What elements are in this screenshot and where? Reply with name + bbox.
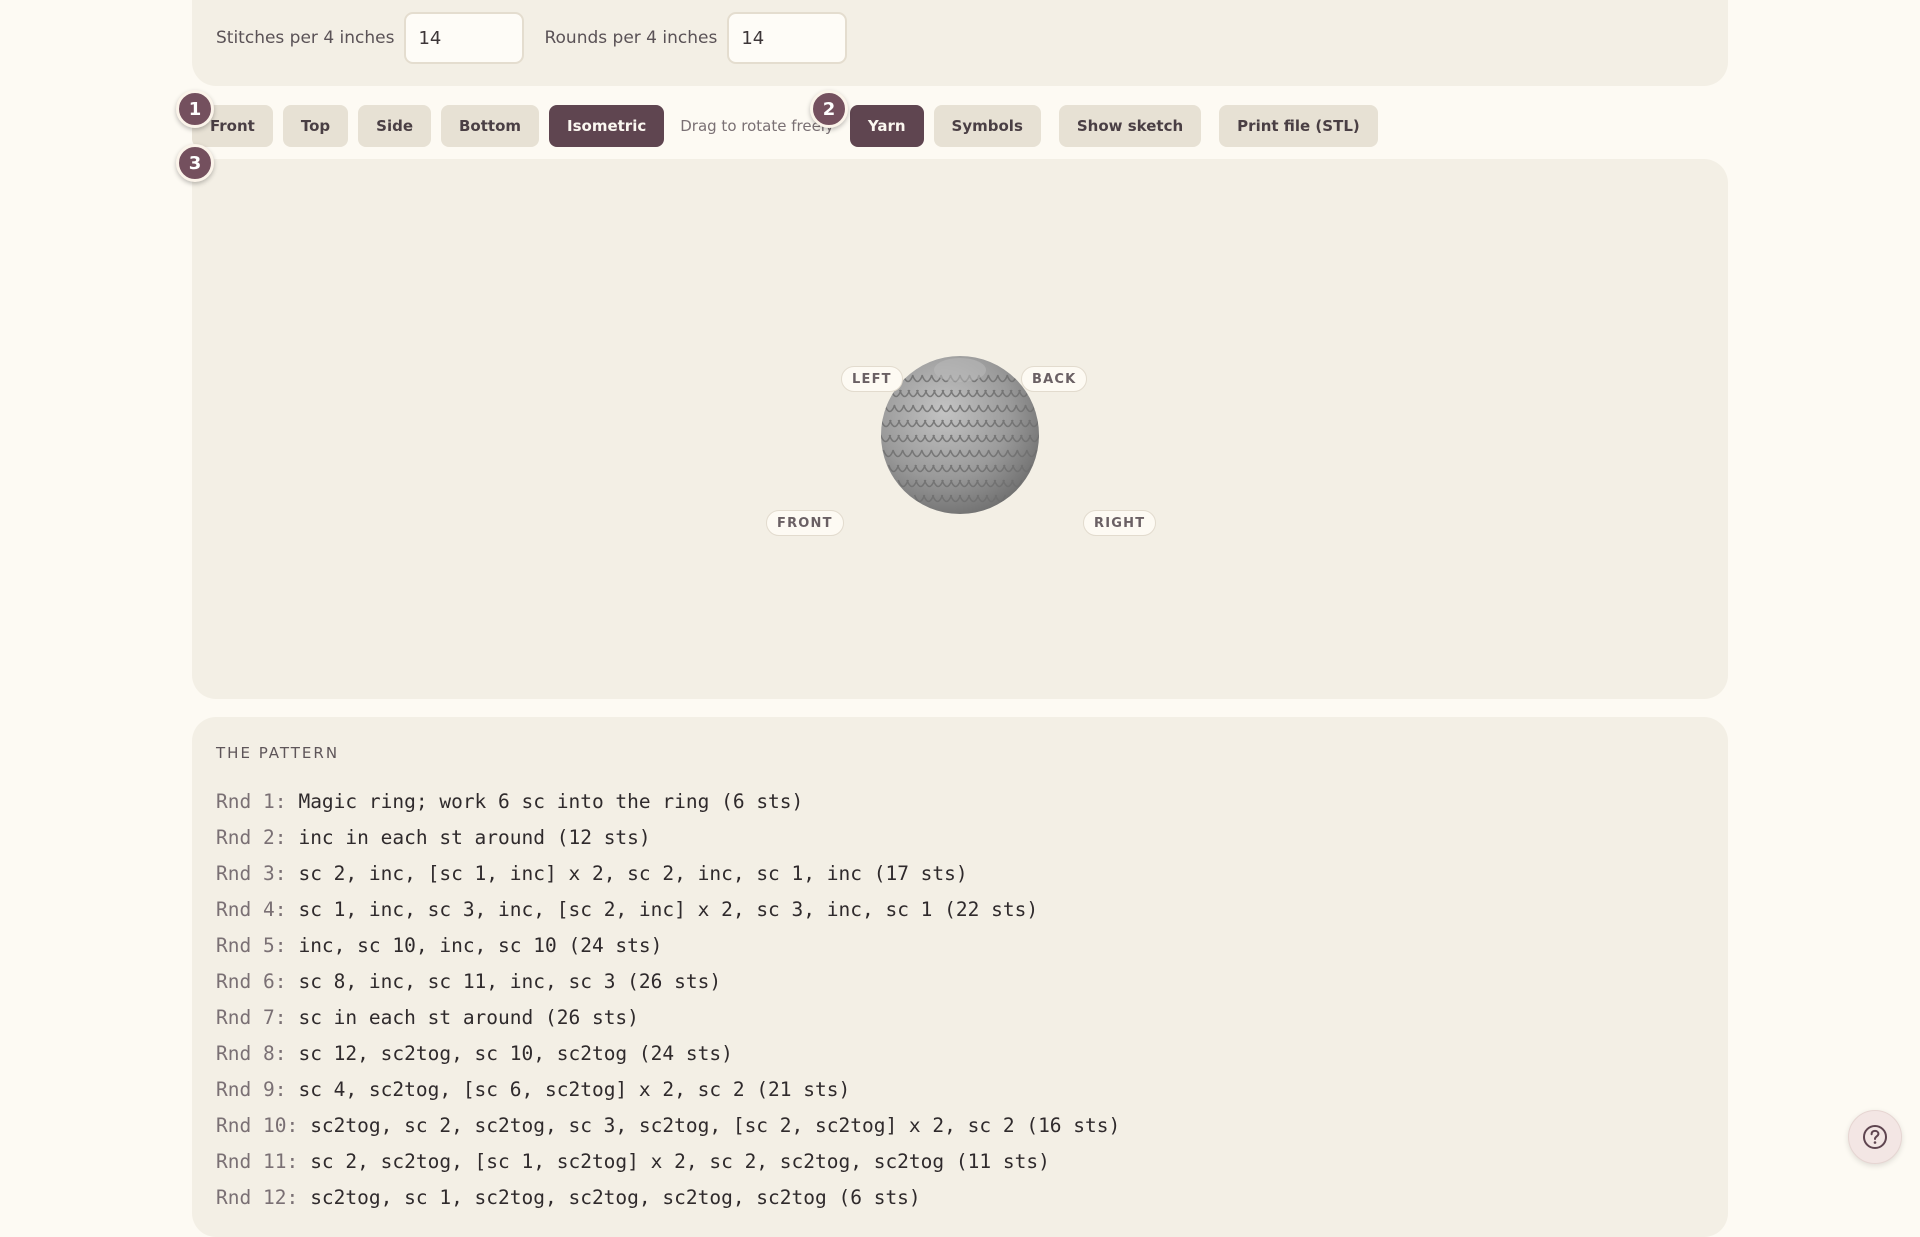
view-side-button[interactable]: Side — [358, 105, 431, 147]
round-label: Rnd 3: — [216, 861, 287, 885]
pattern-round: Rnd 2: inc in each st around (12 sts) — [216, 819, 1120, 855]
view-bottom-button[interactable]: Bottom — [441, 105, 540, 147]
round-instruction: sc 12, sc2tog, sc 10, sc2tog (24 sts) — [298, 1041, 733, 1065]
tour-badge-3[interactable]: 3 — [176, 144, 214, 182]
pattern-rounds-list: Rnd 1: Magic ring; work 6 sc into the rin… — [216, 783, 1120, 1215]
round-instruction: sc 2, inc, [sc 1, inc] x 2, sc 2, inc, s… — [298, 861, 968, 885]
pattern-round: Rnd 1: Magic ring; work 6 sc into the rin… — [216, 783, 1120, 819]
pattern-round: Rnd 9: sc 4, sc2tog, [sc 6, sc2tog] x 2, … — [216, 1071, 1120, 1107]
view-isometric-button[interactable]: Isometric — [549, 105, 665, 147]
round-label: Rnd 9: — [216, 1077, 287, 1101]
view-toolbar: Front Top Side Bottom Isometric Drag to … — [192, 105, 1388, 147]
render-yarn-button[interactable]: Yarn — [849, 105, 924, 147]
stitches-label: Stitches per 4 inches — [216, 28, 395, 48]
round-instruction: sc 4, sc2tog, [sc 6, sc2tog] x 2, sc 2 (… — [298, 1077, 851, 1101]
round-label: Rnd 8: — [216, 1041, 287, 1065]
pattern-round: Rnd 4: sc 1, inc, sc 3, inc, [sc 2, inc] … — [216, 891, 1120, 927]
round-label: Rnd 12: — [216, 1185, 299, 1209]
show-sketch-button[interactable]: Show sketch — [1058, 105, 1202, 147]
drag-hint: Drag to rotate freely — [680, 117, 834, 135]
axis-label-back: BACK — [1021, 366, 1088, 392]
axis-label-front: FRONT — [766, 510, 844, 536]
pattern-round: Rnd 6: sc 8, inc, sc 11, inc, sc 3 (26 st… — [216, 963, 1120, 999]
round-instruction: sc 8, inc, sc 11, inc, sc 3 (26 sts) — [298, 969, 722, 993]
rounds-input[interactable] — [727, 12, 848, 64]
gauge-panel: Stitches per 4 inches Rounds per 4 inche… — [192, 0, 1728, 86]
round-instruction: sc in each st around (26 sts) — [298, 1005, 639, 1029]
pattern-round: Rnd 12: sc2tog, sc 1, sc2tog, sc2tog, sc2… — [216, 1179, 1120, 1215]
question-circle-icon — [1863, 1125, 1887, 1149]
pattern-round: Rnd 11: sc 2, sc2tog, [sc 1, sc2tog] x 2,… — [216, 1143, 1120, 1179]
pattern-heading: THE PATTERN — [216, 744, 340, 762]
round-instruction: sc 1, inc, sc 3, inc, [sc 2, inc] x 2, s… — [298, 897, 1039, 921]
round-label: Rnd 5: — [216, 933, 287, 957]
stitches-input[interactable] — [404, 12, 525, 64]
gauge-row: Stitches per 4 inches Rounds per 4 inche… — [216, 12, 867, 64]
round-label: Rnd 4: — [216, 897, 287, 921]
round-label: Rnd 7: — [216, 1005, 287, 1029]
round-label: Rnd 11: — [216, 1149, 299, 1173]
round-label: Rnd 1: — [216, 789, 287, 813]
round-instruction: inc in each st around (12 sts) — [298, 825, 651, 849]
pattern-round: Rnd 3: sc 2, inc, [sc 1, inc] x 2, sc 2, … — [216, 855, 1120, 891]
render-symbols-button[interactable]: Symbols — [933, 105, 1041, 147]
pattern-round: Rnd 10: sc2tog, sc 2, sc2tog, sc 3, sc2to… — [216, 1107, 1120, 1143]
yarn-ball-model[interactable] — [879, 354, 1041, 516]
view-top-button[interactable]: Top — [282, 105, 349, 147]
round-label: Rnd 2: — [216, 825, 287, 849]
axis-label-right: RIGHT — [1083, 510, 1157, 536]
round-instruction: sc2tog, sc 2, sc2tog, sc 3, sc2tog, [sc … — [310, 1113, 1121, 1137]
model-viewer[interactable]: LEFT BACK FRONT RIGHT — [192, 159, 1728, 699]
rounds-label: Rounds per 4 inches — [544, 28, 718, 48]
pattern-round: Rnd 8: sc 12, sc2tog, sc 10, sc2tog (24 s… — [216, 1035, 1120, 1071]
round-instruction: sc2tog, sc 1, sc2tog, sc2tog, sc2tog, sc… — [310, 1185, 921, 1209]
round-instruction: Magic ring; work 6 sc into the ring (6 s… — [298, 789, 804, 813]
pattern-panel: THE PATTERN Rnd 1: Magic ring; work 6 sc … — [192, 717, 1728, 1237]
help-button[interactable] — [1848, 1110, 1902, 1164]
pattern-round: Rnd 5: inc, sc 10, inc, sc 10 (24 sts) — [216, 927, 1120, 963]
round-label: Rnd 6: — [216, 969, 287, 993]
round-label: Rnd 10: — [216, 1113, 299, 1137]
round-instruction: inc, sc 10, inc, sc 10 (24 sts) — [298, 933, 663, 957]
axis-label-left: LEFT — [841, 366, 903, 392]
tour-badge-2[interactable]: 2 — [810, 90, 848, 128]
print-file-button[interactable]: Print file (STL) — [1219, 105, 1378, 147]
pattern-round: Rnd 7: sc in each st around (26 sts) — [216, 999, 1120, 1035]
round-instruction: sc 2, sc2tog, [sc 1, sc2tog] x 2, sc 2, … — [310, 1149, 1050, 1173]
tour-badge-1[interactable]: 1 — [176, 90, 214, 128]
